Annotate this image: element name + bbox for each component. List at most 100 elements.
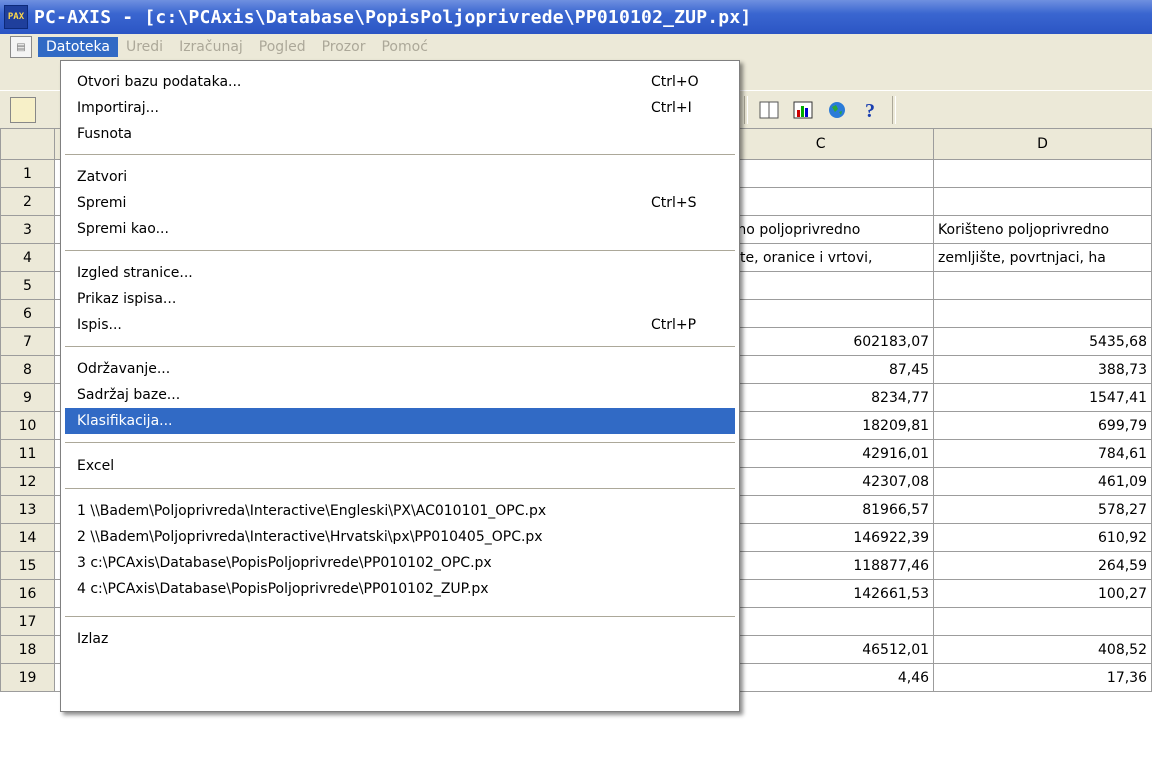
value-cell[interactable]: 42916,01 bbox=[707, 439, 935, 468]
menu-item-label: Izgled stranice... bbox=[77, 265, 193, 281]
menu-item-label: Prikaz ispisa... bbox=[77, 291, 177, 307]
row-header[interactable]: 11 bbox=[0, 439, 55, 468]
menu-item-label: 2 \\Badem\Poljoprivreda\Interactive\Hrva… bbox=[77, 529, 543, 545]
corner-cell[interactable] bbox=[0, 128, 55, 160]
value-cell[interactable]: 87,45 bbox=[707, 355, 935, 384]
row-header[interactable]: 3 bbox=[0, 215, 55, 244]
value-cell[interactable] bbox=[707, 299, 935, 328]
menu-datoteka[interactable]: Datoteka bbox=[38, 37, 118, 57]
row-header[interactable]: 14 bbox=[0, 523, 55, 552]
value-cell[interactable] bbox=[707, 271, 935, 300]
menu-item-odrzavanje[interactable]: Održavanje... bbox=[65, 356, 735, 382]
row-header[interactable]: 4 bbox=[0, 243, 55, 272]
recent-file-1[interactable]: 1 \\Badem\Poljoprivreda\Interactive\Engl… bbox=[65, 498, 735, 524]
recent-file-3[interactable]: 3 c:\PCAxis\Database\PopisPoljoprivrede\… bbox=[65, 550, 735, 576]
value-cell[interactable]: 461,09 bbox=[933, 467, 1152, 496]
value-cell[interactable] bbox=[933, 187, 1152, 216]
value-cell[interactable]: išteno poljoprivredno bbox=[707, 215, 935, 244]
value-cell[interactable]: 8234,77 bbox=[707, 383, 935, 412]
row-header[interactable]: 8 bbox=[0, 355, 55, 384]
value-cell[interactable]: 4,46 bbox=[707, 663, 935, 692]
row-header[interactable]: 17 bbox=[0, 607, 55, 636]
row-header[interactable]: 5 bbox=[0, 271, 55, 300]
value-cell[interactable]: 1547,41 bbox=[933, 383, 1152, 412]
menu-item-importiraj[interactable]: Importiraj... Ctrl+I bbox=[65, 95, 735, 121]
menu-item-zatvori[interactable]: Zatvori bbox=[65, 164, 735, 190]
menu-izracunaj[interactable]: Izračunaj bbox=[171, 37, 251, 57]
value-cell[interactable]: 142661,53 bbox=[707, 579, 935, 608]
menu-pomoc[interactable]: Pomoć bbox=[373, 37, 435, 57]
row-header[interactable]: 6 bbox=[0, 299, 55, 328]
row-header[interactable]: 18 bbox=[0, 635, 55, 664]
row-header[interactable]: 2 bbox=[0, 187, 55, 216]
globe-icon[interactable] bbox=[824, 97, 850, 123]
menu-item-label: Excel bbox=[77, 458, 115, 474]
value-cell[interactable] bbox=[933, 159, 1152, 188]
menu-item-prikaz-ispisa[interactable]: Prikaz ispisa... bbox=[65, 286, 735, 312]
value-cell[interactable]: 578,27 bbox=[933, 495, 1152, 524]
value-cell[interactable]: 408,52 bbox=[933, 635, 1152, 664]
value-cell[interactable]: 18209,81 bbox=[707, 411, 935, 440]
menu-item-label: Održavanje... bbox=[77, 361, 171, 377]
value-cell[interactable] bbox=[933, 271, 1152, 300]
menu-uredi[interactable]: Uredi bbox=[118, 37, 171, 57]
value-cell[interactable] bbox=[707, 607, 935, 636]
row-header[interactable]: 9 bbox=[0, 383, 55, 412]
value-cell[interactable]: 118877,46 bbox=[707, 551, 935, 580]
row-header[interactable]: 16 bbox=[0, 579, 55, 608]
menu-item-sadrzaj-baze[interactable]: Sadržaj baze... bbox=[65, 382, 735, 408]
value-cell[interactable]: 46512,01 bbox=[707, 635, 935, 664]
menu-prozor[interactable]: Prozor bbox=[314, 37, 374, 57]
value-cell[interactable]: 602183,07 bbox=[707, 327, 935, 356]
menu-item-otvori-bazu[interactable]: Otvori bazu podataka... Ctrl+O bbox=[65, 69, 735, 95]
value-cell[interactable]: 388,73 bbox=[933, 355, 1152, 384]
menu-item-ispis[interactable]: Ispis... Ctrl+P bbox=[65, 312, 735, 338]
value-cell[interactable]: Korišteno poljoprivredno bbox=[933, 215, 1152, 244]
value-cell[interactable] bbox=[933, 299, 1152, 328]
value-cell[interactable]: 81966,57 bbox=[707, 495, 935, 524]
menu-item-excel[interactable]: Excel bbox=[65, 453, 735, 479]
column-header[interactable]: C bbox=[707, 128, 935, 160]
row-header[interactable]: 7 bbox=[0, 327, 55, 356]
app-icon[interactable]: PAX bbox=[4, 5, 28, 29]
value-cell[interactable]: 264,59 bbox=[933, 551, 1152, 580]
value-cell[interactable]: 42307,08 bbox=[707, 467, 935, 496]
menu-separator bbox=[65, 154, 735, 155]
row-header[interactable]: 15 bbox=[0, 551, 55, 580]
menu-item-spremi[interactable]: Spremi Ctrl+S bbox=[65, 190, 735, 216]
value-cell[interactable]: 146922,39 bbox=[707, 523, 935, 552]
document-icon[interactable]: ▤ bbox=[10, 36, 32, 58]
row-header[interactable]: 10 bbox=[0, 411, 55, 440]
row-header[interactable]: 1 bbox=[0, 159, 55, 188]
row-header[interactable]: 13 bbox=[0, 495, 55, 524]
value-cell[interactable] bbox=[707, 187, 935, 216]
value-cell[interactable]: 784,61 bbox=[933, 439, 1152, 468]
value-cell[interactable]: 610,92 bbox=[933, 523, 1152, 552]
menu-separator bbox=[65, 346, 735, 347]
row-header[interactable]: 19 bbox=[0, 663, 55, 692]
chart-icon[interactable] bbox=[790, 97, 816, 123]
menu-item-izlaz[interactable]: Izlaz bbox=[65, 626, 735, 652]
value-cell[interactable]: nljište, oranice i vrtovi, bbox=[707, 243, 935, 272]
split-view-icon[interactable] bbox=[756, 97, 782, 123]
menu-item-izgled-stranice[interactable]: Izgled stranice... bbox=[65, 260, 735, 286]
menu-item-shortcut: Ctrl+O bbox=[651, 74, 699, 90]
menu-item-spremi-kao[interactable]: Spremi kao... bbox=[65, 216, 735, 242]
menu-item-fusnota[interactable]: Fusnota bbox=[65, 121, 735, 147]
recent-file-2[interactable]: 2 \\Badem\Poljoprivreda\Interactive\Hrva… bbox=[65, 524, 735, 550]
value-cell[interactable] bbox=[933, 607, 1152, 636]
open-folder-icon[interactable] bbox=[10, 97, 36, 123]
file-menu-dropdown: Otvori bazu podataka... Ctrl+O Importiraj.… bbox=[60, 60, 740, 712]
value-cell[interactable]: 699,79 bbox=[933, 411, 1152, 440]
value-cell[interactable]: 5435,68 bbox=[933, 327, 1152, 356]
menu-item-klasifikacija[interactable]: Klasifikacija... bbox=[65, 408, 735, 434]
value-cell[interactable] bbox=[707, 159, 935, 188]
value-cell[interactable]: 17,36 bbox=[933, 663, 1152, 692]
menu-pogled[interactable]: Pogled bbox=[251, 37, 314, 57]
help-icon[interactable]: ? bbox=[858, 97, 884, 123]
recent-file-4[interactable]: 4 c:\PCAxis\Database\PopisPoljoprivrede\… bbox=[65, 576, 735, 602]
row-header[interactable]: 12 bbox=[0, 467, 55, 496]
column-header[interactable]: D bbox=[933, 128, 1152, 160]
value-cell[interactable]: 100,27 bbox=[933, 579, 1152, 608]
value-cell[interactable]: zemljište, povrtnjaci, ha bbox=[933, 243, 1152, 272]
